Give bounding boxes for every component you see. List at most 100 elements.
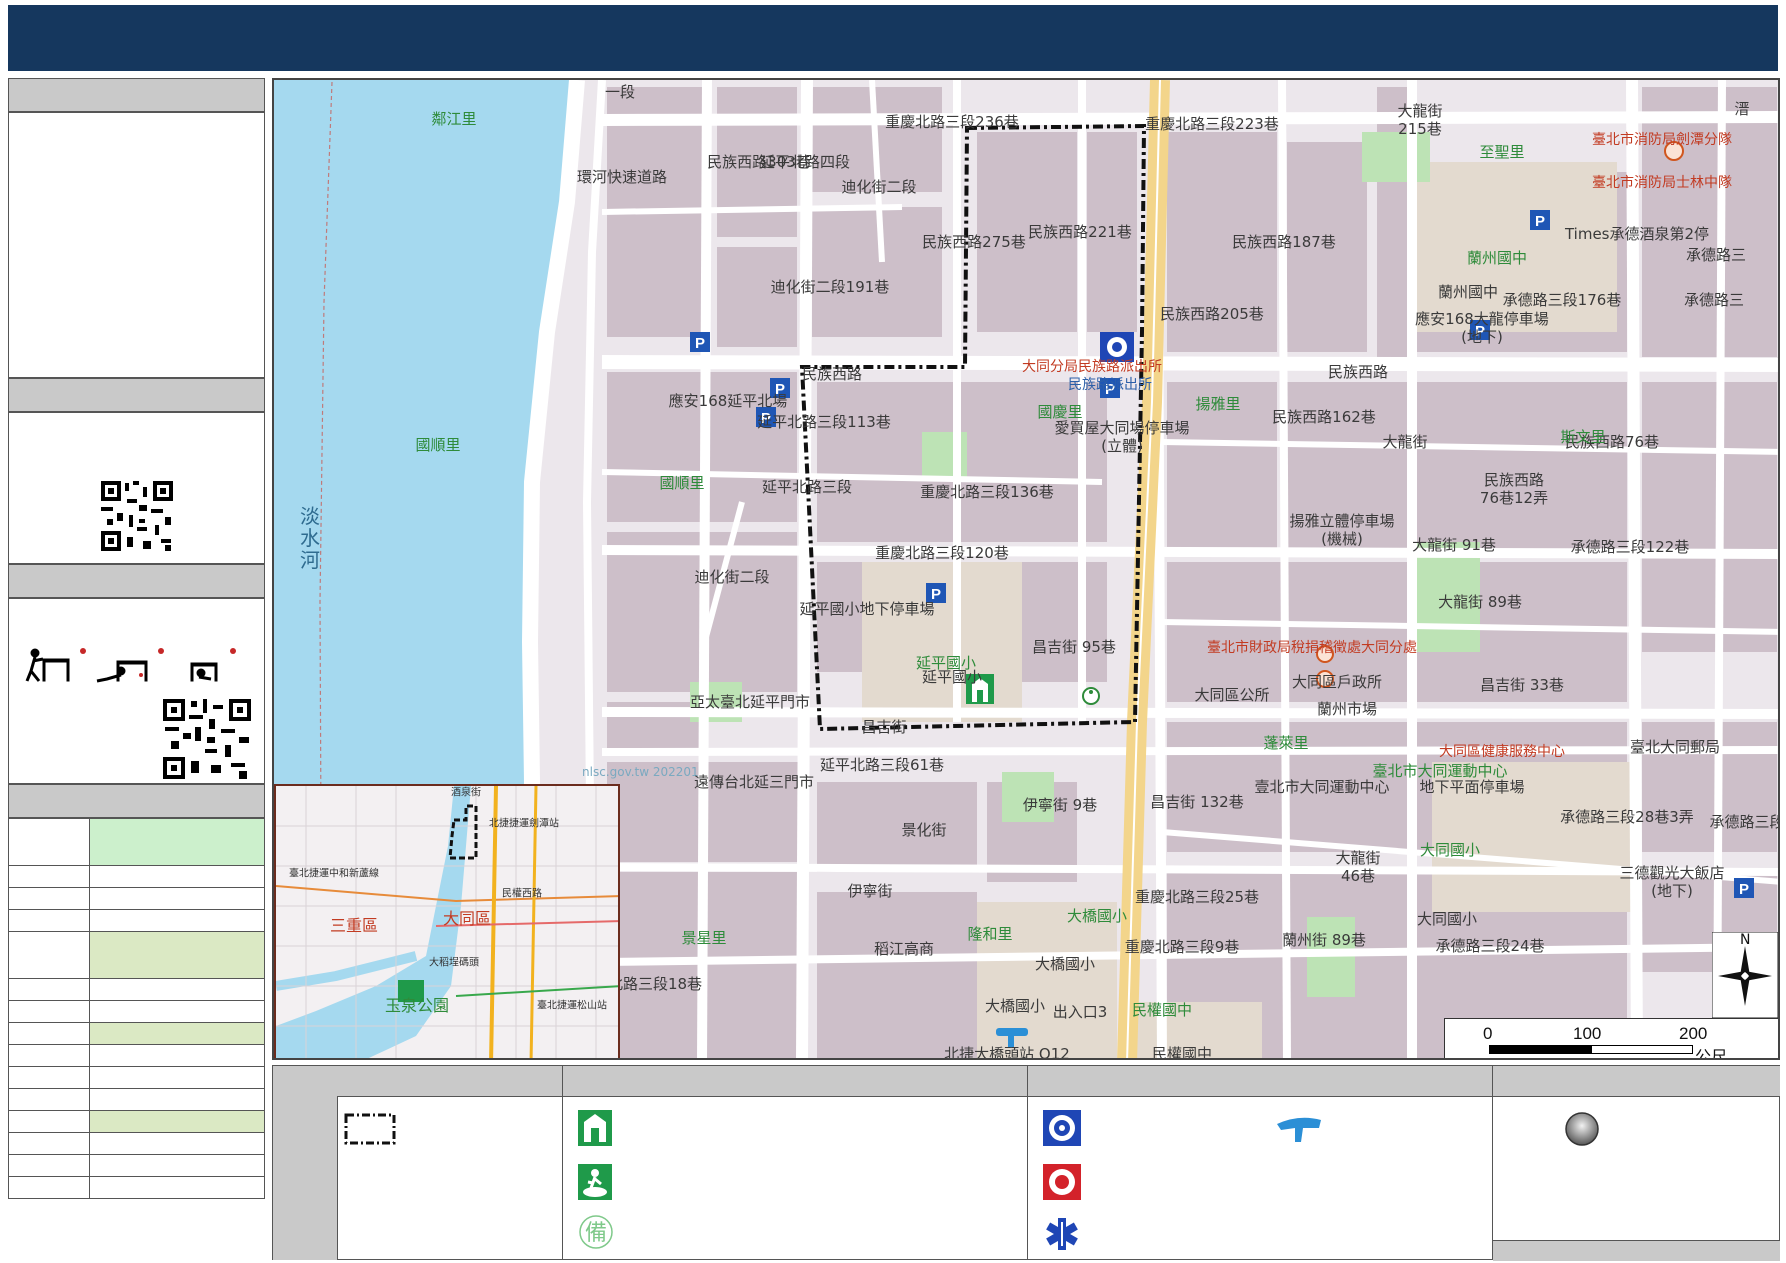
- inset-map[interactable]: 三重區 大同區 玉泉公園 臺北捷運中和新蘆線 臺北捷運松山站 北捷捷運劍潭站 民權西路 大稻埕…: [274, 784, 620, 1058]
- table-row: [8, 865, 265, 888]
- legend-divider: [1492, 1066, 1493, 1260]
- title-bar: [8, 5, 1778, 71]
- map-street-label: 大龍街 89巷: [1438, 593, 1522, 611]
- map-village-label: 大同國小: [1419, 841, 1481, 859]
- drill-section-header: [8, 564, 265, 598]
- map-street-label: 溍: [1734, 100, 1750, 118]
- inset-label: 臺北捷運中和新蘆線: [289, 868, 379, 880]
- map-facility-label: 大同區健康服務中心: [1439, 744, 1565, 760]
- map-village-label: 國順里: [659, 474, 705, 492]
- outdoor-refuge-icon: [578, 1164, 612, 1200]
- inset-label: 酒泉街: [451, 787, 481, 799]
- table-row: [8, 1022, 265, 1045]
- scale-segment-light: [1591, 1045, 1693, 1054]
- legend-footer: [1493, 1240, 1780, 1261]
- table-row: [8, 1044, 265, 1067]
- map-street-label: 亞太臺北延平門市: [689, 693, 811, 711]
- table-row: [8, 978, 265, 1001]
- map-street-label: 重慶北路三段223巷: [1145, 115, 1279, 133]
- inset-label: 北捷捷運劍潭站: [489, 818, 559, 830]
- table-row: [8, 1066, 265, 1089]
- map-village-label: 民權國中: [1131, 1001, 1193, 1019]
- main-map[interactable]: P P P P P P P P N 0 100 200 公尺 淡水河 nlsc.…: [272, 78, 1780, 1060]
- table-row: [8, 818, 265, 866]
- table-row: [8, 1110, 265, 1133]
- qr-code-icon[interactable]: [99, 479, 175, 553]
- inset-label: 大稻埕碼頭: [429, 957, 479, 969]
- map-street-label: 昌吉街 95巷: [1032, 638, 1116, 656]
- map-street-label: 承德路三: [1683, 291, 1745, 309]
- map-street-label: 民族西路303巷: [707, 153, 811, 171]
- qr-code-icon[interactable]: [161, 697, 253, 781]
- map-street-label: Times承德酒泉第2停: [1564, 225, 1710, 243]
- table-row: [8, 931, 265, 979]
- table-row: [8, 1132, 265, 1155]
- scale-segment-dark: [1489, 1045, 1591, 1054]
- map-facility-label: 臺北市消防局劍潭分隊: [1592, 132, 1732, 148]
- map-facility-label: 臺北市財政局稅捐稽徵處大同分處: [1207, 640, 1417, 656]
- map-street-label: 景化街: [901, 821, 947, 839]
- legend-side-header: [273, 1066, 338, 1260]
- map-street-label: 大龍街: [1382, 433, 1428, 451]
- map-street-label: 承德路三段176巷: [1502, 291, 1622, 309]
- table-row: [8, 1000, 265, 1023]
- inset-label: 大同區: [442, 909, 492, 928]
- legend-divider: [1027, 1066, 1028, 1260]
- parking-icon: P: [1530, 210, 1550, 230]
- map-street-label: 應安168延平北場: [668, 392, 788, 410]
- reserve-shelter-icon: 備: [579, 1215, 613, 1249]
- map-village-label: 景星里: [681, 929, 727, 947]
- drop-cover-hold-icon: [25, 648, 236, 683]
- svg-text:備: 備: [585, 1221, 607, 1246]
- map-street-label: 三德觀光大飯店 (地下): [1619, 864, 1725, 900]
- boundary-icon: [344, 1113, 396, 1145]
- map-street-label: 出入口3: [1052, 1003, 1108, 1021]
- table-row: [8, 909, 265, 932]
- map-village-label: 隆和里: [967, 925, 1013, 943]
- evacuation-shelter-icon: [578, 1110, 612, 1146]
- police-station-icon: [1043, 1110, 1081, 1146]
- table-row: [8, 1154, 265, 1177]
- map-street-label: 民權國中: [1151, 1045, 1213, 1060]
- medical-icon: [1046, 1218, 1078, 1250]
- map-village-label: 蓬萊里: [1263, 734, 1309, 752]
- inset-label: 民權西路: [502, 888, 542, 900]
- parking-icon: P: [1734, 878, 1754, 898]
- map-street-label: 大龍街 91巷: [1412, 536, 1496, 554]
- left-info-column: [8, 78, 265, 1260]
- map-street-label: 昌吉街 132巷: [1150, 793, 1244, 811]
- map-street-label: 愛買屋大同場停車場 (立體): [1054, 419, 1190, 455]
- scale-tick: 200: [1679, 1024, 1708, 1043]
- map-street-label: 承德路三段122巷: [1570, 538, 1690, 556]
- map-street-label: 揚雅立體停車場 (機械): [1289, 512, 1395, 548]
- map-street-label: 民族西路221巷: [1028, 223, 1132, 241]
- map-street-label: 環河快速道路: [576, 168, 668, 186]
- map-street-label: 蘭州街 89巷: [1282, 931, 1366, 949]
- map-street-label: 迪化街二段: [694, 568, 770, 586]
- map-street-label: 重慶北路三段136巷: [920, 483, 1054, 501]
- map-facility-label: 大同分局民族路派出所: [1022, 359, 1162, 375]
- svg-text:P: P: [1535, 213, 1545, 230]
- map-village-label: 鄰江里: [431, 110, 477, 128]
- map-street-label: 承德路三段24巷: [1435, 937, 1545, 955]
- map-village-label: 至聖里: [1479, 143, 1525, 161]
- map-village-label: 臺北市大同運動中心: [1372, 762, 1508, 780]
- scale-unit: 公尺: [1695, 1047, 1728, 1060]
- map-street-label: 應安168大龍停車場 (地下): [1415, 310, 1549, 346]
- map-street-label: 臺北大同郵局: [1629, 738, 1721, 756]
- map-street-label: 地下平面停車場: [1419, 778, 1525, 796]
- contact-table: [8, 818, 265, 1199]
- map-street-label: 遠傳台北延三門市: [693, 773, 815, 791]
- outdoor-refuge-icon: [1082, 687, 1100, 705]
- assembly-point-icon: [1565, 1112, 1599, 1146]
- map-street-label: 稻江高商: [873, 940, 935, 958]
- river-label: 淡水河: [300, 504, 320, 572]
- watermark: nlsc.gov.tw 202201: [582, 765, 699, 779]
- map-street-label: 延平北路三段61巷: [819, 756, 945, 774]
- map-village-label: 國順里: [415, 436, 461, 454]
- map-street-label: 昌吉街 33巷: [1480, 676, 1564, 694]
- map-street-label: 昌吉街: [861, 718, 907, 736]
- map-village-label: 蘭州國中: [1466, 249, 1528, 267]
- mrt-icon: [1277, 1117, 1321, 1142]
- map-street-label: 延平北路三段: [761, 478, 853, 496]
